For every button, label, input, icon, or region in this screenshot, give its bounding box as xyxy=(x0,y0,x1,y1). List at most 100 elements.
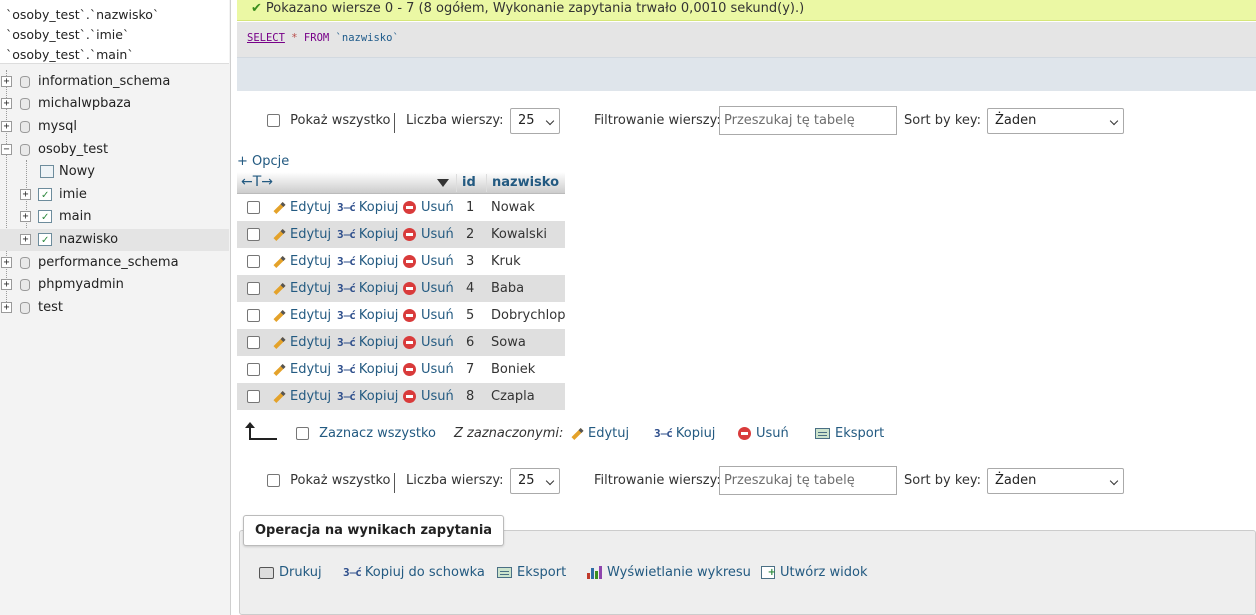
recent-table-item[interactable]: `osoby_test`.`main` xyxy=(6,45,229,65)
sql-keyword-select[interactable]: SELECT xyxy=(247,32,285,44)
sort-by-key-select[interactable]: Żaden xyxy=(987,108,1124,134)
tree-table-nazwisko[interactable]: + ✓ nazwisko xyxy=(0,229,229,251)
sort-by-key-select[interactable]: Żaden xyxy=(987,468,1124,494)
rows-count-select[interactable]: 25 xyxy=(510,108,560,134)
tree-new-table[interactable]: Nowy xyxy=(0,161,229,183)
cell-id[interactable]: 6 xyxy=(466,329,474,356)
collapse-icon[interactable]: − xyxy=(1,144,12,155)
edit-row-link[interactable]: Edytuj xyxy=(273,221,331,248)
column-header-nazwisko[interactable]: nazwisko xyxy=(492,172,559,194)
delete-row-link[interactable]: Usuń xyxy=(403,275,454,302)
edit-row-link[interactable]: Edytuj xyxy=(273,329,331,356)
tree-table-main[interactable]: + ✓ main xyxy=(0,206,229,228)
export-button[interactable]: Eksport xyxy=(497,563,566,583)
print-button[interactable]: Drukuj xyxy=(259,563,322,583)
cell-id[interactable]: 1 xyxy=(466,194,474,221)
delete-row-link[interactable]: Usuń xyxy=(403,302,454,329)
tree-db-label[interactable]: test xyxy=(38,297,63,319)
edit-row-link[interactable]: Edytuj xyxy=(273,248,331,275)
tree-db-mysql[interactable]: + mysql xyxy=(0,116,229,138)
tree-table-label[interactable]: main xyxy=(59,206,91,228)
select-all-control[interactable]: Zaznacz wszystko xyxy=(296,420,436,448)
row-checkbox[interactable] xyxy=(247,336,260,349)
copy-row-link[interactable]: 3̶ć Kopiuj xyxy=(337,329,398,356)
row-checkbox[interactable] xyxy=(247,282,260,295)
edit-row-link[interactable]: Edytuj xyxy=(273,356,331,383)
cell-id[interactable]: 5 xyxy=(466,302,474,329)
tree-db-label[interactable]: osoby_test xyxy=(38,139,108,161)
create-view-button[interactable]: Utwórz widok xyxy=(761,563,867,583)
tree-db-information-schema[interactable]: + information_schema xyxy=(0,71,229,93)
expand-icon[interactable]: + xyxy=(1,302,12,313)
copy-to-clipboard-button[interactable]: 3̶ć Kopiuj do schowka xyxy=(343,563,485,583)
recent-table-item[interactable]: `osoby_test`.`imie` xyxy=(6,25,229,45)
bulk-export-button[interactable]: Eksport xyxy=(815,420,884,448)
expand-icon[interactable]: + xyxy=(1,279,12,290)
show-all-checkbox[interactable] xyxy=(267,474,280,487)
tree-table-label[interactable]: imie xyxy=(59,184,87,206)
tree-db-osoby-test[interactable]: − osoby_test xyxy=(0,139,229,161)
column-resize-arrows-icon[interactable]: ←T→ xyxy=(241,172,273,192)
delete-row-link[interactable]: Usuń xyxy=(403,194,454,221)
tree-db-test[interactable]: + test xyxy=(0,297,229,319)
tree-db-label[interactable]: performance_schema xyxy=(38,252,179,274)
tree-db-label[interactable]: phpmyadmin xyxy=(38,274,124,296)
show-all-control[interactable]: Pokaż wszystko xyxy=(267,466,391,496)
tree-db-label[interactable]: michalwpbaza xyxy=(38,93,131,115)
row-checkbox[interactable] xyxy=(247,309,260,322)
delete-row-link[interactable]: Usuń xyxy=(403,356,454,383)
cell-nazwisko[interactable]: Kowalski xyxy=(491,221,547,248)
row-checkbox[interactable] xyxy=(247,255,260,268)
tree-db-label[interactable]: mysql xyxy=(38,116,77,138)
copy-row-link[interactable]: 3̶ć Kopiuj xyxy=(337,356,398,383)
copy-row-link[interactable]: 3̶ć Kopiuj xyxy=(337,221,398,248)
expand-icon[interactable]: + xyxy=(1,98,12,109)
recent-table-item[interactable]: `osoby_test`.`nazwisko` xyxy=(6,5,229,25)
cell-nazwisko[interactable]: Sowa xyxy=(491,329,526,356)
tree-db-performance-schema[interactable]: + performance_schema xyxy=(0,252,229,274)
edit-row-link[interactable]: Edytuj xyxy=(273,383,331,410)
copy-row-link[interactable]: 3̶ć Kopiuj xyxy=(337,248,398,275)
edit-row-link[interactable]: Edytuj xyxy=(273,194,331,221)
expand-icon[interactable]: + xyxy=(20,211,31,222)
tree-table-label[interactable]: nazwisko xyxy=(59,229,118,251)
delete-row-link[interactable]: Usuń xyxy=(403,329,454,356)
options-link[interactable]: + Opcje xyxy=(237,152,289,172)
tree-table-imie[interactable]: + ✓ imie xyxy=(0,184,229,206)
expand-icon[interactable]: + xyxy=(20,189,31,200)
cell-nazwisko[interactable]: Boniek xyxy=(491,356,535,383)
delete-row-link[interactable]: Usuń xyxy=(403,383,454,410)
rows-count-select[interactable]: 25 xyxy=(510,468,560,494)
bulk-copy-button[interactable]: 3̶ć Kopiuj xyxy=(654,420,715,448)
row-checkbox[interactable] xyxy=(247,228,260,241)
tree-db-phpmyadmin[interactable]: + phpmyadmin xyxy=(0,274,229,296)
tree-new-label[interactable]: Nowy xyxy=(59,161,95,183)
display-chart-button[interactable]: Wyświetlanie wykresu xyxy=(586,563,751,583)
cell-id[interactable]: 7 xyxy=(466,356,474,383)
delete-row-link[interactable]: Usuń xyxy=(403,221,454,248)
cell-id[interactable]: 2 xyxy=(466,221,474,248)
filter-rows-input[interactable] xyxy=(719,466,897,495)
expand-icon[interactable]: + xyxy=(1,257,12,268)
row-checkbox[interactable] xyxy=(247,363,260,376)
edit-row-link[interactable]: Edytuj xyxy=(273,275,331,302)
copy-row-link[interactable]: 3̶ć Kopiuj xyxy=(337,275,398,302)
bulk-delete-button[interactable]: Usuń xyxy=(738,420,789,448)
tree-db-label[interactable]: information_schema xyxy=(38,71,170,93)
tree-db-michalwpbaza[interactable]: + michalwpbaza xyxy=(0,93,229,115)
row-checkbox[interactable] xyxy=(247,390,260,403)
cell-id[interactable]: 3 xyxy=(466,248,474,275)
expand-icon[interactable]: + xyxy=(1,121,12,132)
sort-dropdown-icon[interactable] xyxy=(437,179,449,187)
row-checkbox[interactable] xyxy=(247,201,260,214)
cell-nazwisko[interactable]: Baba xyxy=(491,275,524,302)
select-all-checkbox[interactable] xyxy=(296,427,309,440)
expand-icon[interactable]: + xyxy=(20,234,31,245)
filter-rows-input[interactable] xyxy=(719,106,897,135)
copy-row-link[interactable]: 3̶ć Kopiuj xyxy=(337,194,398,221)
delete-row-link[interactable]: Usuń xyxy=(403,248,454,275)
column-header-id[interactable]: id xyxy=(462,172,476,194)
show-all-control[interactable]: Pokaż wszystko xyxy=(267,106,391,136)
cell-nazwisko[interactable]: Czapla xyxy=(491,383,535,410)
cell-id[interactable]: 4 xyxy=(466,275,474,302)
